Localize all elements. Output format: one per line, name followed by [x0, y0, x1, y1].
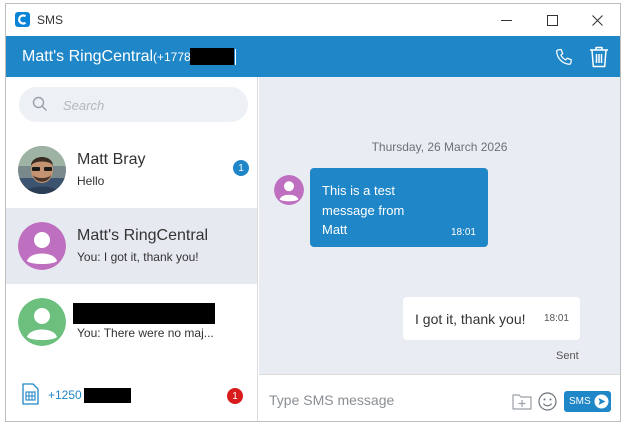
attach-icon	[512, 394, 532, 410]
emoji-icon	[538, 392, 557, 411]
sms-window: SMS Matt's RingCentral (+1778 Search Mat…	[5, 3, 621, 422]
send-icon	[594, 394, 609, 409]
conversation-item-matts-ringcentral[interactable]: Matt's RingCentral You: I got it, thank …	[6, 208, 257, 284]
send-label: SMS	[569, 396, 591, 407]
conversation-item-matt-bray[interactable]: Matt Bray Hello 1	[6, 132, 257, 208]
search-icon	[32, 96, 47, 111]
redaction-bar	[84, 388, 131, 403]
conversation-preview: Hello	[77, 174, 105, 188]
search-input[interactable]	[63, 95, 233, 115]
outgoing-message: I got it, thank you! 18:01	[403, 297, 580, 340]
close-button[interactable]	[574, 4, 620, 36]
conversation-preview: You: There were no maj...	[77, 326, 214, 340]
trash-icon	[590, 46, 608, 68]
header-divider	[235, 49, 236, 65]
search-box	[19, 87, 248, 122]
title-bar: SMS	[6, 4, 620, 36]
sender-avatar	[274, 175, 304, 205]
conversation-item-redacted[interactable]: You: There were no maj...	[6, 284, 257, 360]
unread-badge: 1	[227, 388, 243, 404]
avatar-placeholder	[18, 298, 66, 346]
line-selector[interactable]: +1250 1	[6, 370, 257, 421]
conversation-preview: You: I got it, thank you!	[77, 250, 199, 264]
message-text: This is a test message from Matt	[322, 183, 405, 237]
minimize-button[interactable]	[483, 4, 529, 36]
message-time: 18:01	[543, 313, 569, 324]
unread-badge: 1	[233, 160, 249, 176]
delete-conversation-button[interactable]	[586, 43, 612, 71]
line-number: +1250	[48, 388, 82, 402]
compose-bar: SMS	[259, 374, 620, 421]
delivery-status: Sent	[556, 350, 579, 362]
send-sms-button[interactable]: SMS	[564, 391, 611, 412]
window-title: SMS	[37, 13, 64, 27]
message-text: I got it, thank you!	[415, 311, 526, 327]
phone-icon	[556, 48, 572, 65]
avatar-placeholder	[18, 222, 66, 270]
minimize-icon	[500, 19, 512, 21]
message-input[interactable]	[269, 390, 499, 410]
incoming-message: This is a test message from Matt 18:01	[310, 168, 488, 247]
conversation-name: Matt Bray	[77, 151, 146, 168]
call-button[interactable]	[551, 44, 577, 70]
sim-card-icon	[22, 383, 39, 405]
conversation-name: Matt's RingCentral	[77, 227, 209, 244]
header-title: Matt's RingCentral	[22, 48, 154, 65]
redaction-bar	[190, 48, 234, 65]
redaction-bar	[73, 303, 215, 324]
message-thread: Thursday, 26 March 2026 This is a test m…	[259, 77, 620, 374]
maximize-button[interactable]	[529, 4, 575, 36]
conversation-list-panel: Matt Bray Hello 1 Matt's RingCentral You…	[6, 77, 258, 421]
date-separator: Thursday, 26 March 2026	[371, 140, 508, 154]
emoji-button[interactable]	[538, 392, 557, 411]
close-icon	[591, 14, 603, 26]
conversation-header: Matt's RingCentral (+1778	[6, 36, 620, 77]
app-logo-icon	[15, 12, 30, 27]
message-time: 18:01	[450, 227, 476, 238]
header-phone-number: (+1778	[153, 50, 191, 64]
maximize-icon	[546, 14, 558, 26]
avatar-photo	[18, 146, 66, 194]
attach-button[interactable]	[512, 392, 532, 410]
